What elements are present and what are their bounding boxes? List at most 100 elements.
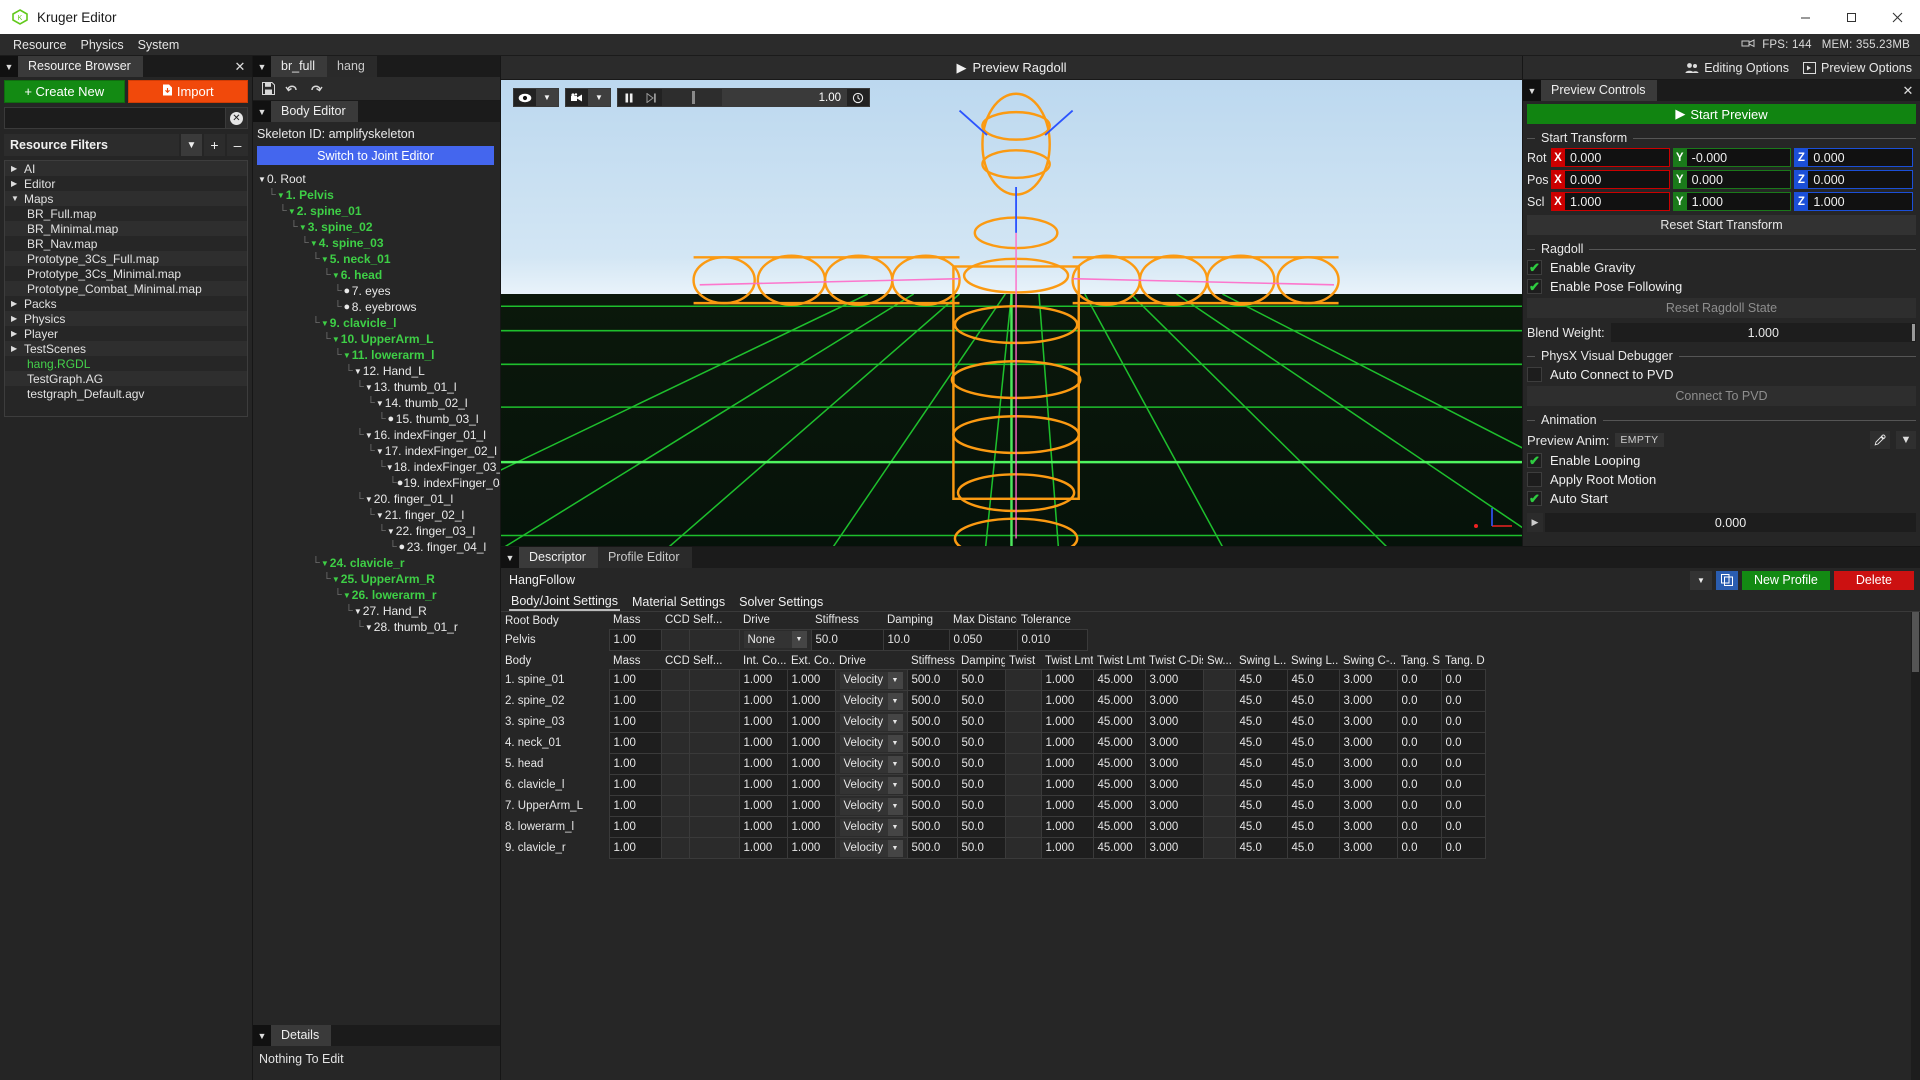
transform-value[interactable]: 0.000 [1565, 148, 1670, 167]
cell-external-collision[interactable]: 1.000 [787, 712, 835, 733]
auto-start-row[interactable]: ✔ Auto Start [1527, 491, 1916, 506]
cell-swing-limit-1[interactable]: 45.0 [1235, 838, 1287, 859]
cell-drive[interactable]: Velocity▼ [835, 838, 907, 859]
cell-swing-limit-1[interactable]: 45.0 [1235, 775, 1287, 796]
table-row[interactable]: 8. lowerarm_l1.001.0001.000Velocity▼500.… [501, 817, 1920, 838]
enable-pose-following-row[interactable]: ✔ Enable Pose Following [1527, 279, 1916, 294]
cell-swing-limit-1[interactable]: 45.0 [1235, 691, 1287, 712]
resource-tree-item[interactable]: BR_Nav.map [5, 236, 247, 251]
cell-drive[interactable]: Velocity▼ [835, 754, 907, 775]
bone-tree-item[interactable]: └▼ 2. spine_01 [253, 203, 500, 219]
chevron-down-icon[interactable]: ▼ [320, 319, 330, 328]
chevron-down-icon[interactable]: ▼ [364, 383, 374, 392]
cell-internal-collision[interactable]: 1.000 [739, 754, 787, 775]
enable-pose-following-checkbox[interactable]: ✔ [1527, 279, 1542, 294]
resource-tree[interactable]: ▶AI▶Editor▼MapsBR_Full.mapBR_Minimal.map… [4, 160, 248, 417]
cell-swing-limit-1[interactable]: 45.0 [1235, 712, 1287, 733]
resource-tree-item[interactable]: ▼Maps [5, 191, 247, 206]
table-row[interactable]: 1. spine_011.001.0001.000Velocity▼500.05… [501, 670, 1920, 691]
redo-icon[interactable] [305, 79, 327, 99]
camera-dropdown-icon[interactable]: ▼ [588, 89, 610, 106]
cell-twist-contact-distance[interactable]: 3.000 [1145, 796, 1203, 817]
chevron-down-icon[interactable]: ▼ [331, 335, 341, 344]
chevron-down-icon[interactable]: ▼ [375, 399, 385, 408]
cell-external-collision[interactable]: 1.000 [787, 691, 835, 712]
cell-twist[interactable] [1005, 733, 1041, 754]
cell-twist[interactable] [1005, 754, 1041, 775]
chevron-down-icon[interactable]: ▼ [364, 431, 374, 440]
cell-mass[interactable]: 1.00 [609, 670, 661, 691]
profile-name[interactable]: HangFollow [509, 573, 1686, 587]
panel-caret-icon[interactable]: ▼ [0, 56, 18, 77]
bone-tree-item[interactable]: └▼ 20. finger_01_l [253, 491, 500, 507]
cell-twist-limit-1[interactable]: 1.000 [1041, 838, 1093, 859]
chevron-down-icon[interactable]: ▼ [888, 819, 903, 836]
cell-swing-contact-distance[interactable]: 3.000 [1339, 775, 1397, 796]
bone-tree-item[interactable]: └▼ 6. head [253, 267, 500, 283]
connect-to-pvd-button[interactable]: Connect To PVD [1527, 386, 1916, 406]
cell-tangential-damping[interactable]: 0.0 [1441, 796, 1485, 817]
cell-twist-limit-2[interactable]: 45.000 [1093, 754, 1145, 775]
apply-root-motion-row[interactable]: ✔ Apply Root Motion [1527, 472, 1916, 487]
chevron-down-icon[interactable]: ▼ [257, 175, 267, 184]
cell-twist-limit-1[interactable]: 1.000 [1041, 712, 1093, 733]
table-row[interactable]: 7. UpperArm_L1.001.0001.000Velocity▼500.… [501, 796, 1920, 817]
table-vertical-scrollbar[interactable] [1911, 612, 1920, 1080]
tab-profile-editor[interactable]: Profile Editor [598, 547, 692, 568]
cell-stiffness[interactable]: 500.0 [907, 691, 957, 712]
camera-icon[interactable] [566, 89, 588, 106]
cell-self-collision[interactable] [689, 691, 739, 712]
descriptor-caret-icon[interactable]: ▼ [501, 547, 519, 568]
enable-gravity-checkbox[interactable]: ✔ [1527, 260, 1542, 275]
cell-swing-contact-distance[interactable]: 3.000 [1339, 712, 1397, 733]
cell-stiffness[interactable]: 500.0 [907, 712, 957, 733]
cell-external-collision[interactable]: 1.000 [787, 796, 835, 817]
cell-twist-contact-distance[interactable]: 3.000 [1145, 838, 1203, 859]
cell-mass[interactable]: 1.00 [609, 754, 661, 775]
table-row[interactable]: Pelvis1.00None▼50.010.00.0500.010 [501, 629, 1920, 650]
transform-field-scl-x[interactable]: X1.000 [1551, 192, 1670, 211]
clock-icon[interactable] [847, 89, 869, 106]
blend-weight-knob[interactable] [1912, 324, 1915, 341]
cell-twist-limit-2[interactable]: 45.000 [1093, 775, 1145, 796]
new-profile-button[interactable]: New Profile [1742, 571, 1830, 590]
chevron-down-icon[interactable]: ▼ [792, 631, 807, 648]
bone-leaf-dot-icon[interactable]: ● [342, 285, 352, 297]
bone-tree-item[interactable]: └▼ 21. finger_02_l [253, 507, 500, 523]
cell-twist-limit-1[interactable]: 1.000 [1041, 775, 1093, 796]
chevron-down-icon[interactable]: ▼ [331, 271, 341, 280]
chevron-down-icon[interactable]: ▼ [342, 351, 352, 360]
anim-time-slider[interactable]: 0.000 [1545, 513, 1916, 532]
bone-leaf-dot-icon[interactable]: ● [397, 541, 407, 553]
cell-drive[interactable]: Velocity▼ [835, 670, 907, 691]
cell-tangential-damping[interactable]: 0.0 [1441, 838, 1485, 859]
cell-swing-contact-distance[interactable]: 3.000 [1339, 754, 1397, 775]
cell-drive[interactable]: Velocity▼ [835, 817, 907, 838]
cell-twist[interactable] [1005, 796, 1041, 817]
cell-swing-limit-2[interactable]: 45.0 [1287, 754, 1339, 775]
cell-ccd[interactable] [661, 670, 689, 691]
resource-tree-item[interactable]: ▶Player [5, 326, 247, 341]
bone-tree-item[interactable]: └▼ 4. spine_03 [253, 235, 500, 251]
resource-tree-item[interactable]: ▶Editor [5, 176, 247, 191]
bone-tree-item[interactable]: └▼ 11. lowerarm_l [253, 347, 500, 363]
cell-tangential-damping[interactable]: 0.0 [1441, 670, 1485, 691]
transform-value[interactable]: 1.000 [1687, 192, 1792, 211]
chevron-right-icon[interactable]: ▶ [11, 329, 24, 338]
cell-twist[interactable] [1005, 775, 1041, 796]
bone-tree-item[interactable]: └▼ 14. thumb_02_l [253, 395, 500, 411]
chevron-right-icon[interactable]: ▶ [11, 299, 24, 308]
cell-twist-limit-1[interactable]: 1.000 [1041, 817, 1093, 838]
cell-internal-collision[interactable]: 1.000 [739, 670, 787, 691]
cell-twist-limit-2[interactable]: 45.000 [1093, 712, 1145, 733]
root-stiffness-field[interactable]: 50.0 [811, 629, 883, 650]
cell-self-collision[interactable] [689, 670, 739, 691]
cell-mass[interactable]: 1.00 [609, 775, 661, 796]
transform-value[interactable]: 0.000 [1687, 170, 1792, 189]
cell-tangential-stiffness[interactable]: 0.0 [1397, 712, 1441, 733]
root-max-distance-field[interactable]: 0.050 [949, 629, 1017, 650]
cell-external-collision[interactable]: 1.000 [787, 670, 835, 691]
bone-tree-item[interactable]: └● 8. eyebrows [253, 299, 500, 315]
cell-twist-contact-distance[interactable]: 3.000 [1145, 691, 1203, 712]
chevron-down-icon[interactable]: ▼ [287, 207, 297, 216]
